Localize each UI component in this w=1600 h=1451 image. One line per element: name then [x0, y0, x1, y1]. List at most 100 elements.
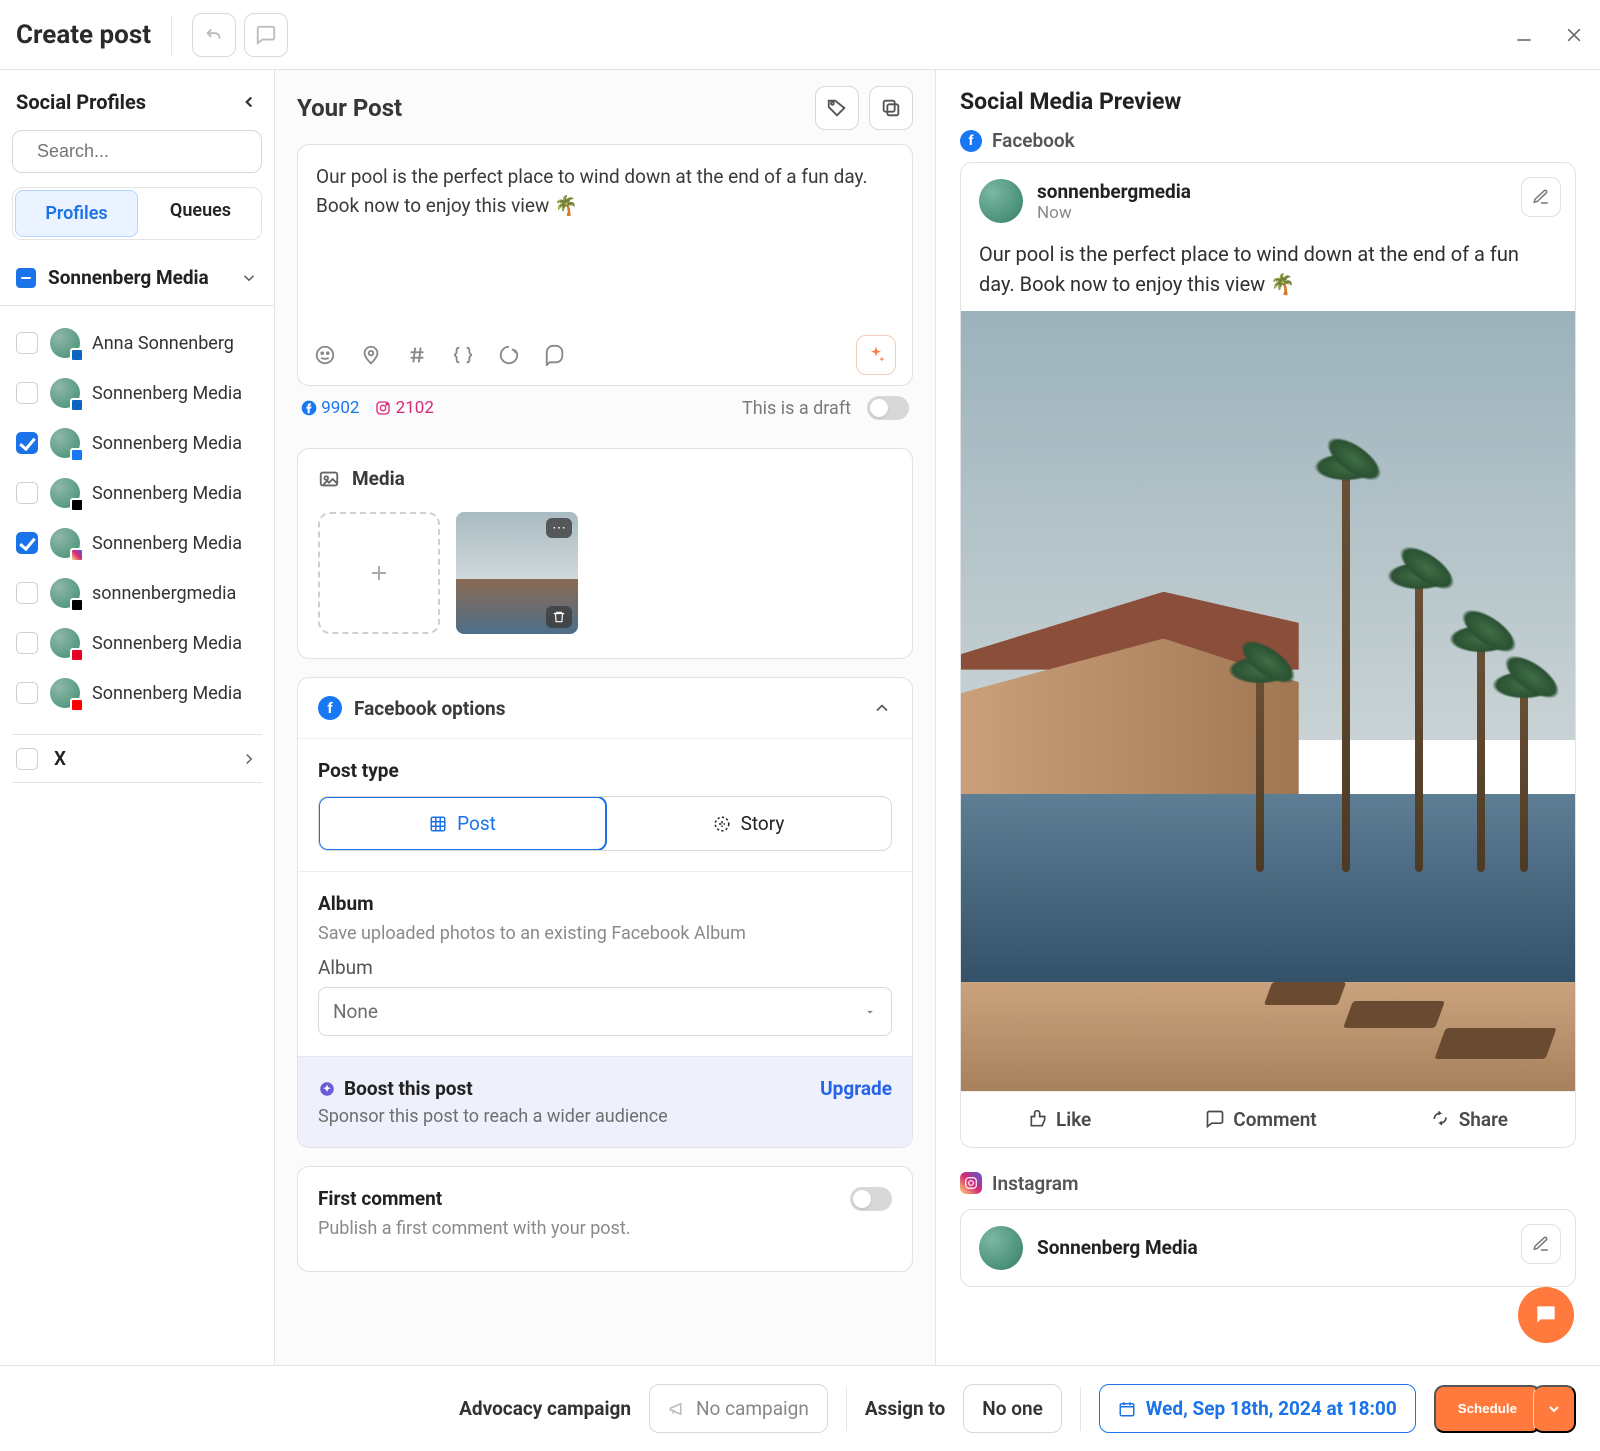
- advocacy-label: Advocacy campaign: [459, 1397, 631, 1420]
- assign-label: Assign to: [865, 1397, 945, 1420]
- edit-preview-button[interactable]: [1521, 177, 1561, 217]
- boost-icon: [318, 1080, 336, 1098]
- tag-button[interactable]: [815, 86, 859, 130]
- boost-section: Boost this post Sponsor this post to rea…: [298, 1056, 912, 1147]
- sidebar-collapse-button[interactable]: [240, 93, 258, 111]
- share-button[interactable]: Share: [1431, 1108, 1508, 1131]
- comment-button[interactable]: [244, 13, 288, 57]
- draft-toggle[interactable]: [867, 396, 909, 420]
- first-comment-panel: First comment Publish a first comment wi…: [297, 1166, 913, 1272]
- assign-select[interactable]: No one: [963, 1384, 1062, 1433]
- app-header: Create post: [0, 0, 1600, 70]
- compose-textarea[interactable]: Our pool is the perfect place to wind do…: [298, 145, 912, 325]
- media-delete-button[interactable]: [546, 606, 572, 628]
- album-select-value: None: [333, 1000, 378, 1023]
- group-name: Sonnenberg Media: [48, 266, 209, 289]
- profile-checkbox[interactable]: [16, 532, 38, 554]
- post-type-story[interactable]: Story: [606, 797, 891, 850]
- sidebar-tabs: Profiles Queues: [12, 187, 262, 240]
- like-button[interactable]: Like: [1028, 1108, 1091, 1131]
- add-media-button[interactable]: [318, 512, 440, 634]
- chat-icon: [1533, 1302, 1559, 1328]
- profile-checkbox[interactable]: [16, 432, 38, 454]
- story-icon: [713, 815, 731, 833]
- thread-button[interactable]: [544, 344, 566, 366]
- profile-name: Sonnenberg Media: [92, 533, 242, 554]
- like-icon: [1028, 1109, 1048, 1129]
- assign-value: No one: [982, 1397, 1043, 1420]
- instagram-avatar: [979, 1226, 1023, 1270]
- post-type-post[interactable]: Post: [318, 796, 607, 851]
- upgrade-link[interactable]: Upgrade: [820, 1077, 892, 1100]
- profile-row[interactable]: Anna Sonnenberg: [16, 318, 258, 368]
- profile-row[interactable]: Sonnenberg Media: [16, 468, 258, 518]
- group-checkbox-indeterminate[interactable]: [16, 268, 36, 288]
- close-button[interactable]: [1564, 25, 1584, 45]
- schedule-date-picker[interactable]: Wed, Sep 18th, 2024 at 18:00: [1099, 1384, 1416, 1433]
- campaign-value: No campaign: [696, 1397, 809, 1420]
- comment-button[interactable]: Comment: [1205, 1108, 1316, 1131]
- campaign-select[interactable]: No campaign: [649, 1384, 828, 1433]
- profile-checkbox[interactable]: [16, 582, 38, 604]
- media-more-button[interactable]: ⋯: [546, 518, 572, 538]
- help-chat-button[interactable]: [1518, 1287, 1574, 1343]
- sidebar-section-x[interactable]: X: [12, 734, 262, 783]
- instagram-icon: [960, 1172, 982, 1194]
- hashtag-button[interactable]: [406, 344, 428, 366]
- profile-checkbox[interactable]: [16, 332, 38, 354]
- profile-row[interactable]: Sonnenberg Media: [16, 418, 258, 468]
- divider: [846, 1387, 847, 1431]
- network-badge-icon: [70, 698, 84, 712]
- profile-row[interactable]: sonnenbergmedia: [16, 568, 258, 618]
- instagram-label: Instagram: [992, 1172, 1078, 1195]
- schedule-button[interactable]: Schedule: [1434, 1385, 1541, 1433]
- tab-queues[interactable]: Queues: [140, 188, 261, 239]
- ai-assist-button[interactable]: [856, 335, 896, 375]
- trash-icon: [552, 610, 566, 624]
- plus-icon: [367, 561, 391, 585]
- media-title: Media: [352, 467, 405, 490]
- facebook-label-row: f Facebook: [960, 129, 1576, 152]
- sidebar: Social Profiles Profiles Queues Sonnenbe…: [0, 70, 275, 1365]
- minimize-button[interactable]: [1514, 25, 1534, 45]
- profile-group-row[interactable]: Sonnenberg Media: [12, 262, 262, 305]
- location-button[interactable]: [360, 344, 382, 366]
- chevron-down-icon: [240, 269, 258, 287]
- braces-icon: [452, 344, 474, 366]
- edit-preview-button[interactable]: [1521, 1224, 1561, 1264]
- profile-checkbox[interactable]: [16, 632, 38, 654]
- search-input[interactable]: [37, 141, 269, 162]
- duplicate-button[interactable]: [869, 86, 913, 130]
- profile-checkbox[interactable]: [16, 482, 38, 504]
- your-post-title: Your Post: [297, 94, 402, 122]
- tab-profiles[interactable]: Profiles: [15, 190, 138, 237]
- preview-title: Social Media Preview: [960, 88, 1576, 115]
- profile-row[interactable]: Sonnenberg Media: [16, 618, 258, 668]
- emoji-button[interactable]: [314, 344, 336, 366]
- album-select[interactable]: None: [318, 987, 892, 1036]
- profile-row[interactable]: Sonnenberg Media: [16, 668, 258, 718]
- profile-checkbox[interactable]: [16, 382, 38, 404]
- ig-char-count: 2102: [375, 398, 433, 418]
- facebook-icon: f: [318, 696, 342, 720]
- facebook-post-image: [961, 311, 1575, 1091]
- compose-column: Your Post Our pool is the perfect place …: [275, 70, 936, 1365]
- profile-row[interactable]: Sonnenberg Media: [16, 518, 258, 568]
- snippet-button[interactable]: [498, 344, 520, 366]
- collapse-button[interactable]: [872, 698, 892, 718]
- search-input-wrap[interactable]: [12, 130, 262, 173]
- media-thumbnail[interactable]: ⋯: [456, 512, 578, 634]
- x-section-checkbox[interactable]: [16, 748, 38, 770]
- emoji-icon: [314, 344, 336, 366]
- facebook-options-panel: f Facebook options Post type Post Stor: [297, 677, 913, 1148]
- network-badge-icon: [70, 598, 84, 612]
- schedule-dropdown-button[interactable]: [1533, 1385, 1576, 1433]
- x-section-label: X: [54, 747, 66, 770]
- profile-row[interactable]: Sonnenberg Media: [16, 368, 258, 418]
- profile-checkbox[interactable]: [16, 682, 38, 704]
- first-comment-toggle[interactable]: [850, 1187, 892, 1211]
- undo-button[interactable]: [192, 13, 236, 57]
- variable-button[interactable]: [452, 344, 474, 366]
- profile-avatar: [50, 628, 80, 658]
- group-expand-button[interactable]: [240, 269, 258, 287]
